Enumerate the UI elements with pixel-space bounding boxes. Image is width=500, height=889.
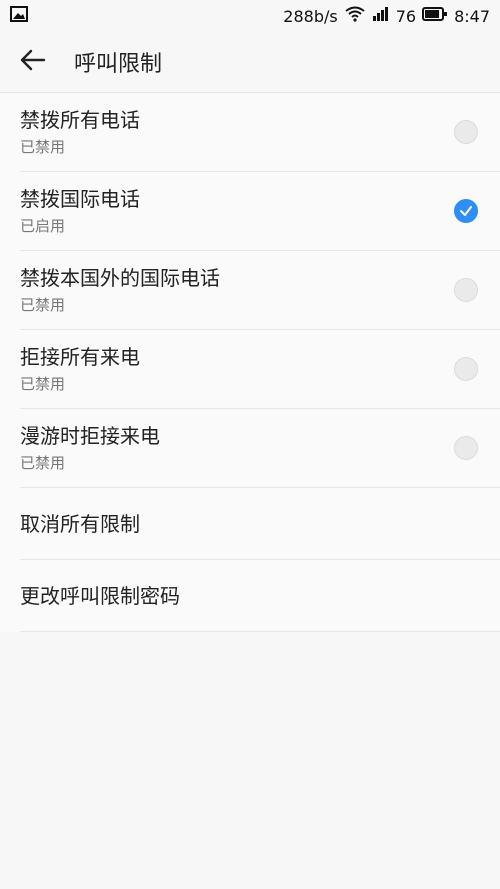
list-item-bar-international-outgoing[interactable]: 禁拨国际电话 已启用: [20, 172, 500, 251]
list-item-subtitle: 已禁用: [20, 296, 66, 314]
list-item-bar-all-outgoing[interactable]: 禁拨所有电话 已禁用: [20, 93, 500, 172]
status-bar: 288b/s 76 8:47: [0, 0, 500, 32]
list-item-subtitle: 已禁用: [20, 454, 66, 472]
check-icon: [460, 206, 472, 216]
battery-icon: [422, 6, 448, 26]
status-left: [10, 6, 28, 26]
list-item-title: 禁拨本国外的国际电话: [20, 266, 220, 290]
list-item-bar-all-incoming[interactable]: 拒接所有来电 已禁用: [20, 330, 500, 409]
list-item-bar-international-except-home[interactable]: 禁拨本国外的国际电话 已禁用: [20, 251, 500, 330]
back-button[interactable]: [16, 45, 50, 79]
list-item-cancel-all[interactable]: 取消所有限制: [20, 488, 500, 560]
settings-list: 禁拨所有电话 已禁用 禁拨国际电话 已启用 禁拨本国外的国际电话 已禁用 拒接所…: [0, 92, 500, 632]
radio-button[interactable]: [454, 357, 478, 381]
list-item-text: 漫游时拒接来电 已禁用: [20, 424, 160, 472]
battery-level: 76: [395, 6, 417, 26]
list-item-title: 禁拨所有电话: [20, 108, 140, 132]
time: 8:47: [454, 6, 490, 26]
list-item-text: 禁拨本国外的国际电话 已禁用: [20, 266, 220, 314]
list-item-title: 更改呼叫限制密码: [20, 583, 180, 608]
network-speed: 288b/s: [283, 6, 338, 26]
list-item-subtitle: 已启用: [20, 217, 66, 235]
radio-button[interactable]: [454, 436, 478, 460]
radio-button[interactable]: [454, 120, 478, 144]
list-item-subtitle: 已禁用: [20, 375, 66, 393]
radio-button-checked[interactable]: [454, 199, 478, 223]
arrow-left-icon: [19, 46, 47, 78]
list-item-change-password[interactable]: 更改呼叫限制密码: [20, 560, 500, 632]
list-item-bar-incoming-roaming[interactable]: 漫游时拒接来电 已禁用: [20, 409, 500, 488]
app-bar: 呼叫限制: [0, 32, 500, 92]
list-item-text: 禁拨所有电话 已禁用: [20, 108, 140, 156]
list-item-text: 禁拨国际电话 已启用: [20, 187, 140, 235]
signal-icon: [372, 6, 390, 26]
status-right: 288b/s 76 8:47: [277, 6, 490, 26]
image-icon: [10, 6, 28, 26]
list-item-title: 拒接所有来电: [20, 345, 140, 369]
list-item-title: 取消所有限制: [20, 511, 140, 536]
wifi-icon: [344, 6, 366, 26]
list-item-text: 拒接所有来电 已禁用: [20, 345, 140, 393]
page-title: 呼叫限制: [74, 52, 163, 77]
list-item-title: 漫游时拒接来电: [20, 424, 160, 448]
list-item-title: 禁拨国际电话: [20, 187, 140, 211]
radio-button[interactable]: [454, 278, 478, 302]
list-item-subtitle: 已禁用: [20, 138, 66, 156]
